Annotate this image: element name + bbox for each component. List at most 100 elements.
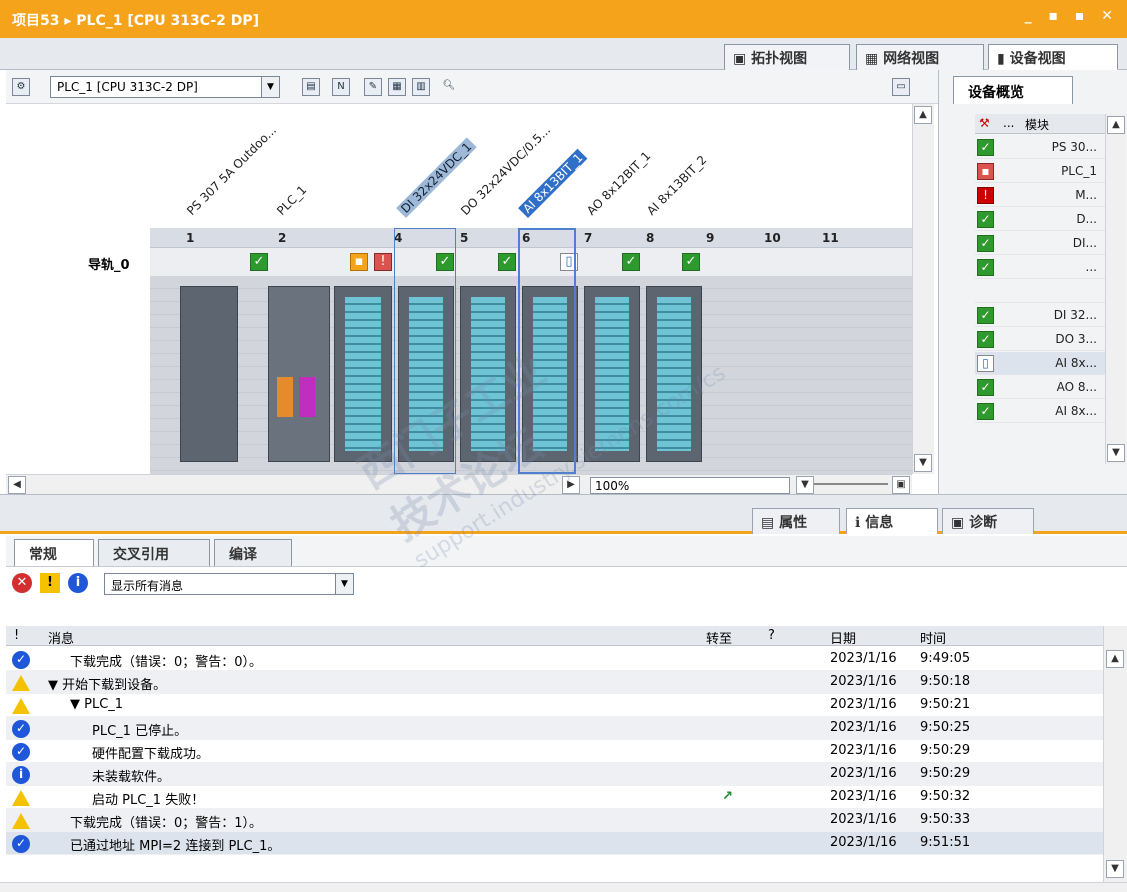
zoom-icon[interactable]: 🔍︎ — [440, 78, 458, 96]
warning-icon — [12, 698, 30, 714]
module-label-ps: PS 307 5A Outdoo... — [184, 123, 280, 218]
tab-diagnostics[interactable]: ▣ 诊断 — [942, 508, 1034, 534]
tab-cross-reference[interactable]: 交叉引用 — [98, 539, 210, 566]
tab-general[interactable]: 常规 — [14, 539, 94, 566]
scroll-up-icon[interactable]: ▲ — [914, 106, 932, 124]
list-item[interactable]: ▯ AI 8x... — [975, 352, 1105, 375]
window-title: 项目53 ▸ PLC_1 [CPU 313C-2 DP] — [12, 13, 260, 29]
io-module[interactable] — [460, 286, 516, 462]
success-icon: ✓ — [12, 720, 30, 738]
header-dots: ... — [1003, 116, 1015, 130]
success-icon: ✓ — [12, 835, 30, 853]
power-supply-module[interactable] — [180, 286, 238, 462]
chevron-down-icon[interactable]: ▼ — [261, 77, 279, 97]
table-row[interactable]: ✓ 下载完成（错误：0；警告：0）。 2023/1/16 9:49:05 — [6, 648, 1103, 671]
name-toggle-icon[interactable]: N — [332, 78, 350, 96]
list-item[interactable] — [975, 280, 1105, 303]
tab-topology-view[interactable]: ▣ 拓扑视图 — [724, 44, 850, 70]
info-filter-icon[interactable]: i — [68, 573, 88, 593]
device-select[interactable]: PLC_1 [CPU 313C-2 DP] ▼ — [50, 76, 280, 98]
zoom-slider[interactable] — [814, 483, 888, 485]
overview-scrollbar[interactable]: ▲ ▼ — [1105, 114, 1126, 464]
col-goto[interactable]: 转至 — [706, 628, 732, 647]
grid-icon[interactable]: ▦ — [388, 78, 406, 96]
chevron-down-icon[interactable]: ▼ — [796, 476, 814, 494]
col-time[interactable]: 时间 — [920, 628, 946, 647]
panel-divider[interactable] — [0, 494, 1127, 506]
message-text: ▼ PLC_1 — [70, 697, 124, 712]
table-row[interactable]: ▼ 开始下载到设备。 2023/1/16 9:50:18 — [6, 671, 1103, 694]
slot-number: 11 — [822, 231, 839, 245]
message-horizontal-scrollbar[interactable] — [0, 882, 1127, 892]
col-date[interactable]: 日期 — [830, 628, 856, 647]
col-message[interactable]: 消息 — [48, 628, 74, 647]
device-canvas[interactable]: PS 307 5A Outdoo... PLC_1 DI 32x24VDC_1 … — [6, 104, 912, 474]
list-item[interactable]: ✓... — [975, 256, 1105, 279]
module-icon: ⚒ — [979, 116, 990, 130]
scroll-down-icon[interactable]: ▼ — [1106, 860, 1124, 878]
list-item[interactable]: ✓ DI... — [975, 232, 1105, 255]
table-row[interactable]: 下载完成（错误：0；警告：1）。 2023/1/16 9:50:33 — [6, 809, 1103, 832]
network-tool-icon[interactable]: ⚙ — [12, 78, 30, 96]
list-item[interactable]: ✓ PS 30... — [975, 136, 1105, 159]
io-module[interactable] — [334, 286, 392, 462]
scroll-down-icon[interactable]: ▼ — [914, 454, 932, 472]
list-item[interactable]: ✓ D... — [975, 208, 1105, 231]
list-item[interactable]: ✓ AO 8... — [975, 376, 1105, 399]
tab-info[interactable]: ℹ 信息 — [846, 508, 938, 534]
message-table-header: ! 消息 转至 ? 日期 时间 — [6, 626, 1103, 647]
list-item[interactable]: ▪ PLC_1 — [975, 160, 1105, 183]
canvas-vertical-scrollbar[interactable]: ▲ ▼ — [912, 104, 934, 474]
col-help[interactable]: ? — [768, 628, 775, 643]
message-vertical-scrollbar[interactable]: ▲ ▼ — [1103, 626, 1127, 882]
tab-device-overview[interactable]: 设备概览 — [953, 76, 1073, 104]
table-row[interactable]: ✓ PLC_1 已停止。 2023/1/16 9:50:25 — [6, 717, 1103, 740]
table-row[interactable]: i 未装载软件。 2023/1/16 9:50:29 — [6, 763, 1103, 786]
col-excl: ! — [14, 628, 20, 643]
list-item[interactable]: ! M... — [975, 184, 1105, 207]
scroll-right-icon[interactable]: ▶ — [562, 476, 580, 494]
message-date: 2023/1/16 — [830, 720, 897, 735]
scroll-up-icon[interactable]: ▲ — [1106, 650, 1124, 668]
check-icon: ✓ — [977, 235, 994, 252]
table-icon[interactable]: ▥ — [412, 78, 430, 96]
message-filter-select[interactable]: 显示所有消息 ▼ — [104, 573, 354, 595]
chevron-down-icon[interactable]: ▼ — [335, 574, 353, 594]
table-row[interactable]: ▼ PLC_1 2023/1/16 9:50:21 — [6, 694, 1103, 717]
error-icon: ! — [977, 187, 994, 204]
list-item[interactable]: ✓ AI 8x... — [975, 400, 1105, 423]
goto-arrow-icon[interactable]: ↗ — [722, 789, 733, 804]
slot-number: 5 — [460, 231, 469, 245]
list-item[interactable]: ✓ DO 3... — [975, 328, 1105, 351]
zoom-select[interactable]: 100% — [590, 477, 790, 494]
table-row[interactable]: ✓ 已通过地址 MPI=2 连接到 PLC_1。 2023/1/16 9:51:51 — [6, 832, 1103, 855]
table-row[interactable]: 启动 PLC_1 失败！ ↗ 2023/1/16 9:50:32 — [6, 786, 1103, 809]
scroll-up-icon[interactable]: ▲ — [1107, 116, 1125, 134]
io-module[interactable] — [584, 286, 640, 462]
mpi-port-icon — [277, 377, 293, 417]
warning-icon — [12, 813, 30, 829]
overview-toggle-icon[interactable]: ▣ — [892, 476, 910, 494]
check-icon: ✓ — [250, 253, 268, 271]
edit-icon[interactable]: ✎ — [364, 78, 382, 96]
io-module[interactable] — [646, 286, 702, 462]
tab-network-view[interactable]: ▦ 网络视图 — [856, 44, 984, 70]
check-icon: ✓ — [977, 259, 994, 276]
warning-filter-icon[interactable]: ! — [40, 573, 60, 593]
cpu-module[interactable] — [268, 286, 330, 462]
selected-slot-frame — [518, 228, 576, 474]
scroll-left-icon[interactable]: ◀ — [8, 476, 26, 494]
canvas-horizontal-scrollbar[interactable]: ◀ ▶ 100% ▼ ▣ — [6, 474, 912, 494]
header-module: 模块 — [1025, 118, 1050, 132]
list-item[interactable]: ✓ DI 32... — [975, 304, 1105, 327]
error-filter-icon[interactable]: ✕ — [12, 573, 32, 593]
tab-compile[interactable]: 编译 — [214, 539, 292, 566]
check-icon: ✓ — [622, 253, 640, 271]
window-controls[interactable]: _ ▪ ▪ ✕ — [1025, 8, 1119, 24]
table-row[interactable]: ✓ 硬件配置下载成功。 2023/1/16 9:50:29 — [6, 740, 1103, 763]
panel-toggle-icon[interactable]: ▭ — [892, 78, 910, 96]
scroll-down-icon[interactable]: ▼ — [1107, 444, 1125, 462]
show-address-icon[interactable]: ▤ — [302, 78, 320, 96]
tab-device-view[interactable]: ▮ 设备视图 — [988, 44, 1118, 70]
tab-properties[interactable]: ▤ 属性 — [752, 508, 840, 534]
